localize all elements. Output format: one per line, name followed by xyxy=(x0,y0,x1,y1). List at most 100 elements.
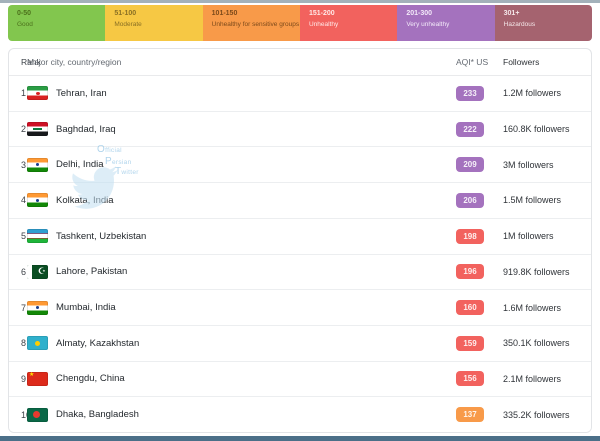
legend-segment-good: 0-50 Good xyxy=(8,5,106,41)
aqi-badge: 209 xyxy=(456,157,484,173)
city-name[interactable]: Dhaka, Bangladesh xyxy=(56,409,139,420)
city-name[interactable]: Kolkata, India xyxy=(56,195,114,206)
china-flag-icon xyxy=(27,371,48,386)
city-cell: Kolkata, India xyxy=(27,193,456,208)
city-ranking-table: Rank Major city, country/region AQI* US … xyxy=(8,48,592,433)
legend-range: 101-150 xyxy=(211,10,238,17)
aqi-cell: 198 xyxy=(456,228,503,244)
aqi-cell: 209 xyxy=(456,157,503,173)
aqi-cell: 206 xyxy=(456,192,503,208)
city-name[interactable]: Chengdu, China xyxy=(56,373,125,384)
rank-cell: 6 xyxy=(21,266,27,277)
table-row[interactable]: 6 Lahore, Pakistan 196 919.8K followers xyxy=(9,254,591,291)
rank-cell: 9 xyxy=(21,373,27,384)
aqi-badge: 156 xyxy=(456,371,484,387)
legend-segment-hazardous: 301+ Hazardous xyxy=(494,5,592,41)
pakistan-flag-icon xyxy=(27,264,48,279)
header-city: Major city, country/region xyxy=(27,57,122,67)
legend-range: 51-100 xyxy=(114,10,137,17)
table-row[interactable]: 4 Kolkata, India 206 1.5M followers xyxy=(9,183,591,219)
aqi-cell: 160 xyxy=(456,300,503,316)
city-cell: Tehran, Iran xyxy=(27,86,456,101)
legend-label: Moderate xyxy=(114,21,142,28)
aqi-cell: 222 xyxy=(456,121,503,137)
city-cell: Chengdu, China xyxy=(27,371,456,386)
city-name[interactable]: Mumbai, India xyxy=(56,302,116,313)
header-rank: Rank xyxy=(21,57,41,67)
rank-cell: 8 xyxy=(21,338,27,349)
rank-cell: 2 xyxy=(21,124,27,135)
rank-cell: 5 xyxy=(21,231,27,242)
aqi-badge: 137 xyxy=(456,407,484,423)
aqi-cell: 233 xyxy=(456,85,503,101)
legend-segment-usg: 101-150 Unhealthy for sensitive groups xyxy=(202,5,300,41)
aqi-cell: 156 xyxy=(456,371,503,387)
city-name[interactable]: Baghdad, Iraq xyxy=(56,124,116,135)
followers-cell: 1.6M followers xyxy=(503,302,562,313)
city-cell: Dhaka, Bangladesh xyxy=(27,407,456,422)
table-row[interactable]: 7 Mumbai, India 160 1.6M followers xyxy=(9,290,591,326)
city-cell: Mumbai, India xyxy=(27,300,456,315)
header-aqi: AQI* US xyxy=(456,57,489,67)
table-header-row: Rank Major city, country/region AQI* US … xyxy=(9,49,591,76)
aqi-legend-bar: 0-50 Good 51-100 Moderate 101-150 Unheal… xyxy=(8,5,592,41)
legend-range: 201-300 xyxy=(406,10,433,17)
window-bottom-edge xyxy=(0,436,600,441)
table-row[interactable]: 9 Chengdu, China 156 2.1M followers xyxy=(9,361,591,398)
aqi-badge: 160 xyxy=(456,300,484,316)
uzbekistan-flag-icon xyxy=(27,229,48,244)
aqi-badge: 222 xyxy=(456,121,484,137)
city-cell: Tashkent, Uzbekistan xyxy=(27,229,456,244)
iran-flag-icon xyxy=(27,86,48,101)
city-cell: Lahore, Pakistan xyxy=(27,264,456,279)
aqi-cell: 159 xyxy=(456,335,503,351)
legend-range: 0-50 xyxy=(17,10,32,17)
legend-label: Very unhealthy xyxy=(406,21,450,28)
city-name[interactable]: Almaty, Kazakhstan xyxy=(56,338,139,349)
followers-cell: 3M followers xyxy=(503,159,554,170)
city-name[interactable]: Delhi, India xyxy=(56,159,104,170)
aqi-badge: 196 xyxy=(456,264,484,280)
legend-label: Good xyxy=(17,21,33,28)
rank-cell: 4 xyxy=(21,195,27,206)
rank-cell: 1 xyxy=(21,88,27,99)
rank-cell: 10 xyxy=(21,409,32,420)
bangladesh-flag-icon xyxy=(27,407,48,422)
table-row[interactable]: 10 Dhaka, Bangladesh 137 335.2K follower… xyxy=(9,397,591,432)
followers-cell: 1.2M followers xyxy=(503,88,562,99)
legend-label: Unhealthy xyxy=(308,21,339,28)
kazakhstan-flag-icon xyxy=(27,336,48,351)
city-cell: Delhi, India xyxy=(27,157,456,172)
legend-segment-moderate: 51-100 Moderate xyxy=(105,5,203,41)
table-row[interactable]: 3 Delhi, India 209 3M followers xyxy=(9,147,591,184)
city-name[interactable]: Lahore, Pakistan xyxy=(56,266,127,277)
iraq-flag-icon xyxy=(27,122,48,137)
followers-cell: 1M followers xyxy=(503,231,554,242)
india-flag-icon xyxy=(27,300,48,315)
city-cell: Almaty, Kazakhstan xyxy=(27,336,456,351)
aqi-ranking-app: 0-50 Good 51-100 Moderate 101-150 Unheal… xyxy=(0,0,600,441)
legend-range: 151-200 xyxy=(308,10,335,17)
rank-cell: 3 xyxy=(21,159,27,170)
legend-segment-very-unhealthy: 201-300 Very unhealthy xyxy=(397,5,495,41)
city-name[interactable]: Tehran, Iran xyxy=(56,88,107,99)
table-row[interactable]: 5 Tashkent, Uzbekistan 198 1M followers xyxy=(9,218,591,255)
legend-range: 301+ xyxy=(503,10,520,17)
aqi-badge: 233 xyxy=(456,85,484,101)
aqi-badge: 206 xyxy=(456,192,484,208)
aqi-badge: 198 xyxy=(456,228,484,244)
header-followers: Followers xyxy=(503,57,540,67)
aqi-badge: 159 xyxy=(456,335,484,351)
aqi-cell: 137 xyxy=(456,407,503,423)
table-row[interactable]: 8 Almaty, Kazakhstan 159 350.1K follower… xyxy=(9,325,591,362)
india-flag-icon xyxy=(27,193,48,208)
aqi-cell: 196 xyxy=(456,264,503,280)
table-row[interactable]: 1 Tehran, Iran 233 1.2M followers xyxy=(9,76,591,112)
table-row[interactable]: 2 Baghdad, Iraq 222 160.8K followers xyxy=(9,111,591,148)
followers-cell: 350.1K followers xyxy=(503,338,570,349)
followers-cell: 1.5M followers xyxy=(503,195,562,206)
city-name[interactable]: Tashkent, Uzbekistan xyxy=(56,231,146,242)
legend-label: Hazardous xyxy=(503,21,536,28)
followers-cell: 160.8K followers xyxy=(503,124,570,135)
followers-cell: 919.8K followers xyxy=(503,266,570,277)
